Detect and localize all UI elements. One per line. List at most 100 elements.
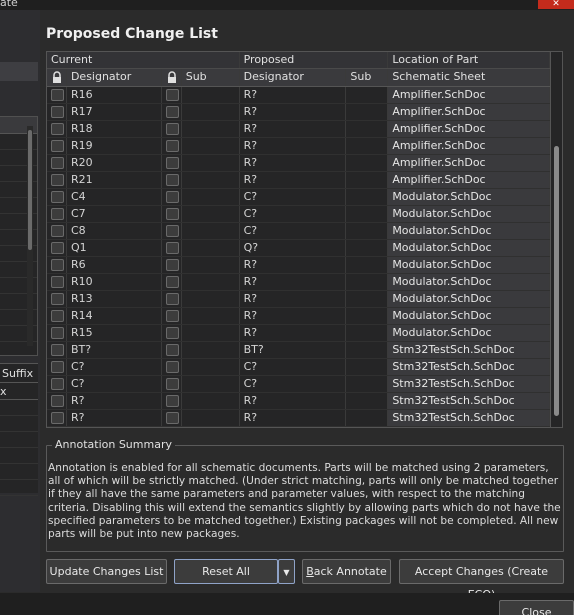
update-changes-list-button[interactable]: Update Changes List [46,559,167,584]
sub-lock-checkbox[interactable] [165,225,179,237]
lock-checkbox[interactable] [51,293,64,305]
close-button[interactable]: Close [499,600,574,615]
proposed-sub-column-header[interactable]: Sub [346,69,389,86]
current-designator: R20 [67,155,162,171]
lock-checkbox[interactable] [51,242,64,254]
table-row[interactable]: R16 R? Amplifier.SchDoc [47,87,550,104]
lock-checkbox[interactable] [51,310,64,322]
current-sub [182,104,240,120]
lock-checkbox[interactable] [51,259,64,271]
sub-lock-checkbox[interactable] [165,276,179,288]
current-sub [182,308,240,324]
reset-all-button[interactable]: Reset All [174,559,278,584]
table-row[interactable]: R6 R? Modulator.SchDoc [47,257,550,274]
lock-checkbox[interactable] [51,378,64,390]
schematic-sheet-column-header[interactable]: Schematic Sheet [388,69,550,86]
sub-lock-checkbox-cell [162,410,182,426]
lock-checkbox[interactable] [51,106,64,118]
table-row[interactable]: C? C? Stm32TestSch.SchDoc [47,359,550,376]
lock-column-header[interactable] [47,69,67,86]
lock-icon [53,71,61,83]
sub-lock-checkbox[interactable] [165,191,179,203]
sub-lock-checkbox-cell [162,189,182,205]
sub-lock-checkbox[interactable] [165,412,179,424]
lock-checkbox[interactable] [51,225,64,237]
table-row[interactable]: C4 C? Modulator.SchDoc [47,189,550,206]
proposed-sub [346,359,389,375]
lock-checkbox[interactable] [51,191,64,203]
lock-checkbox[interactable] [51,123,64,135]
sub-lock-checkbox[interactable] [165,123,179,135]
table-row[interactable]: R13 R? Modulator.SchDoc [47,291,550,308]
schematic-sheet: Modulator.SchDoc [388,206,550,222]
current-designator: R10 [67,274,162,290]
table-row[interactable]: C7 C? Modulator.SchDoc [47,206,550,223]
current-designator: R6 [67,257,162,273]
sub-lock-checkbox[interactable] [165,293,179,305]
lock-checkbox[interactable] [51,276,64,288]
schematic-sheet: Amplifier.SchDoc [388,121,550,137]
sub-lock-column-header[interactable] [162,69,182,86]
left-table: Suffix x [0,363,38,496]
table-row[interactable]: R17 R? Amplifier.SchDoc [47,104,550,121]
lock-checkbox[interactable] [51,140,64,152]
table-row[interactable]: C? C? Stm32TestSch.SchDoc [47,376,550,393]
proposed-designator: C? [240,376,347,392]
sub-lock-checkbox[interactable] [165,208,179,220]
lock-checkbox-cell [47,121,67,137]
table-row[interactable]: R18 R? Amplifier.SchDoc [47,121,550,138]
proposed-sub [346,138,389,154]
sub-lock-checkbox[interactable] [165,327,179,339]
back-annotate-button[interactable]: Back Annotate [302,559,391,584]
sub-lock-checkbox[interactable] [165,242,179,254]
table-row[interactable]: R21 R? Amplifier.SchDoc [47,172,550,189]
schematic-sheet: Amplifier.SchDoc [388,104,550,120]
table-row[interactable]: R15 R? Modulator.SchDoc [47,325,550,342]
table-row[interactable]: BT? BT? Stm32TestSch.SchDoc [47,342,550,359]
table-row[interactable]: R10 R? Modulator.SchDoc [47,274,550,291]
accept-changes-button[interactable]: Accept Changes (Create ECO) [399,559,564,601]
reset-all-dropdown-button[interactable]: ▼ [278,559,295,584]
lock-checkbox-cell [47,189,67,205]
table-row[interactable]: Q1 Q? Modulator.SchDoc [47,240,550,257]
window-close-button[interactable]: ✕ [538,0,574,9]
proposed-designator: C? [240,206,347,222]
lock-checkbox[interactable] [51,174,64,186]
sub-lock-checkbox[interactable] [165,157,179,169]
sub-lock-checkbox[interactable] [165,361,179,373]
sub-lock-checkbox[interactable] [165,140,179,152]
sub-lock-checkbox[interactable] [165,259,179,271]
sub-lock-checkbox-cell [162,291,182,307]
sub-column-header[interactable]: Sub [182,69,240,86]
sub-lock-checkbox[interactable] [165,344,179,356]
lock-checkbox[interactable] [51,208,64,220]
lock-checkbox[interactable] [51,327,64,339]
lock-checkbox[interactable] [51,395,64,407]
current-sub [182,223,240,239]
table-row[interactable]: C8 C? Modulator.SchDoc [47,223,550,240]
sub-lock-checkbox[interactable] [165,89,179,101]
designator-column-header[interactable]: Designator [67,69,162,86]
lock-checkbox[interactable] [51,344,64,356]
table-row[interactable]: R14 R? Modulator.SchDoc [47,308,550,325]
current-sub [182,189,240,205]
table-row[interactable]: R19 R? Amplifier.SchDoc [47,138,550,155]
sub-lock-checkbox[interactable] [165,310,179,322]
lock-checkbox[interactable] [51,89,64,101]
grid-body: R16 R? Amplifier.SchDoc R17 R? Amplifier.SchD… [47,87,550,427]
sub-lock-checkbox[interactable] [165,395,179,407]
proposed-designator-column-header[interactable]: Designator [240,69,347,86]
lock-checkbox[interactable] [51,361,64,373]
sub-lock-checkbox[interactable] [165,174,179,186]
sub-lock-checkbox[interactable] [165,378,179,390]
lock-checkbox[interactable] [51,157,64,169]
table-row[interactable]: R? R? Stm32TestSch.SchDoc [47,410,550,427]
table-row[interactable]: R20 R? Amplifier.SchDoc [47,155,550,172]
lock-checkbox-cell [47,104,67,120]
grid-scrollbar-thumb[interactable] [554,146,559,416]
table-row[interactable]: R? R? Stm32TestSch.SchDoc [47,393,550,410]
left-scrollbar-thumb[interactable] [28,130,32,250]
sub-lock-checkbox[interactable] [165,106,179,118]
lock-checkbox[interactable] [51,412,64,424]
proposed-sub [346,172,389,188]
